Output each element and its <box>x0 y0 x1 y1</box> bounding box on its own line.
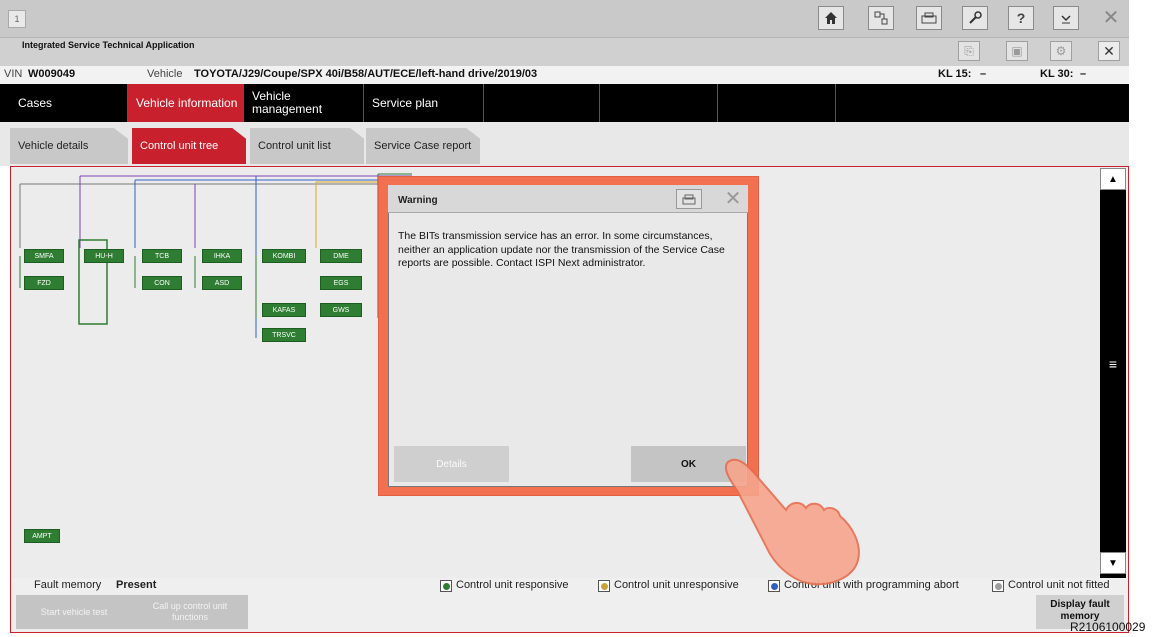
connection-icon[interactable] <box>868 6 894 30</box>
subtab-vehicle-details[interactable]: Vehicle details <box>10 128 128 164</box>
ecu-node[interactable]: TRSVC <box>262 328 306 342</box>
kl30-value: – <box>1080 68 1087 80</box>
home-icon[interactable] <box>818 6 844 30</box>
ecu-node[interactable]: EGS <box>320 276 362 290</box>
ecu-node[interactable]: TCB <box>142 249 182 263</box>
tab-vehicle-information[interactable]: Vehicle information <box>128 84 244 122</box>
close-icon[interactable]: ✕ <box>722 188 744 210</box>
start-vehicle-test-button[interactable]: Start vehicle test <box>16 595 132 629</box>
fault-memory-value: Present <box>116 579 157 591</box>
kl15-label: KL 15: <box>938 68 972 80</box>
close-icon[interactable]: ✕ <box>1098 6 1124 30</box>
ecu-node[interactable]: FZD <box>24 276 64 290</box>
scroll-up-button[interactable]: ▲ <box>1100 168 1126 190</box>
export-icon[interactable]: ⎘ <box>958 41 980 61</box>
tab-empty-3 <box>718 84 836 122</box>
vehicle-info-bar: VIN W009049 Vehicle TOYOTA/J29/Coupe/SPX… <box>0 66 1129 84</box>
export-icon[interactable]: ▣ <box>1006 41 1028 61</box>
print-icon[interactable] <box>916 6 942 30</box>
bus-lines <box>19 173 412 338</box>
subtab-control-unit-tree[interactable]: Control unit tree <box>132 128 246 164</box>
ecu-node[interactable]: SMFA <box>24 249 64 263</box>
legend-unresponsive-icon <box>598 580 610 592</box>
subtab-control-unit-list[interactable]: Control unit list <box>250 128 364 164</box>
ecu-node[interactable]: CON <box>142 276 182 290</box>
ecu-node[interactable]: HU-H <box>84 249 124 263</box>
ecu-node[interactable]: KOMBI <box>262 249 306 263</box>
scroll-down-button[interactable]: ▼ <box>1100 552 1126 574</box>
subtab-service-case-report[interactable]: Service Case report <box>366 128 480 164</box>
tab-vehicle-management[interactable]: Vehicle management <box>244 84 364 122</box>
dialog-title: Warning <box>398 195 438 206</box>
ecu-node[interactable]: AMPT <box>24 529 60 543</box>
legend-responsive-label: Control unit responsive <box>456 579 569 591</box>
wrench-icon[interactable] <box>962 6 988 30</box>
vehicle-label: Vehicle <box>147 68 183 80</box>
legend-not-fitted-label: Control unit not fitted <box>1008 579 1110 591</box>
call-up-functions-button[interactable]: Call up control unit functions <box>132 595 248 629</box>
pointing-hand-icon <box>724 458 860 586</box>
kl15-value: – <box>980 68 987 80</box>
settings-icon[interactable]: ⚙ <box>1050 41 1072 61</box>
legend-responsive-icon <box>440 580 452 592</box>
kl30-label: KL 30: <box>1040 68 1074 80</box>
ecu-node[interactable]: KAFAS <box>262 303 306 317</box>
reference-code: R2106100029 <box>1070 620 1146 634</box>
fault-memory-label: Fault memory <box>34 579 102 591</box>
app-title: Integrated Service Technical Application <box>22 40 195 50</box>
ecu-node[interactable]: IHKA <box>202 249 242 263</box>
vin-label: VIN <box>4 68 23 80</box>
window-number-badge: 1 <box>8 10 26 28</box>
minimize-icon[interactable] <box>1053 6 1079 30</box>
print-icon[interactable] <box>676 189 702 209</box>
dialog-message: The BITs transmission service has an err… <box>398 230 725 269</box>
help-icon[interactable]: ? <box>1008 6 1034 30</box>
tab-empty-2 <box>600 84 718 122</box>
title-bar <box>0 0 1129 38</box>
details-button[interactable]: Details <box>394 446 509 482</box>
legend-not-fitted-icon <box>992 580 1004 592</box>
tab-empty-1 <box>484 84 600 122</box>
vehicle-value: TOYOTA/J29/Coupe/SPX 40i/B58/AUT/ECE/lef… <box>194 68 538 80</box>
ecu-node[interactable]: GWS <box>320 303 362 317</box>
tab-service-plan[interactable]: Service plan <box>364 84 484 122</box>
vin-value: W009049 <box>28 68 76 80</box>
ecu-node[interactable]: ASD <box>202 276 242 290</box>
tab-cases[interactable]: Cases <box>10 84 128 122</box>
scroll-grip-icon[interactable]: ≡ <box>1106 356 1120 376</box>
close-icon[interactable]: ✕ <box>1098 41 1120 61</box>
ecu-node[interactable]: DME <box>320 249 362 263</box>
